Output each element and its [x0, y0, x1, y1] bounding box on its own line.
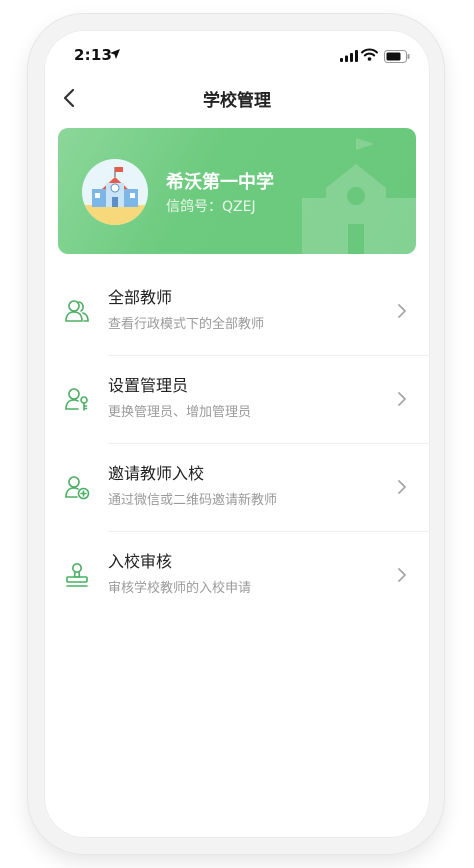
school-building-icon: [82, 167, 148, 225]
school-avatar: [82, 159, 148, 225]
school-code: 信鸽号：QZEJ: [166, 196, 256, 216]
menu-item-title: 全部教师: [108, 288, 173, 307]
stamp-icon: [66, 563, 88, 587]
menu-item-all-teachers[interactable]: 全部教师 查看行政模式下的全部教师: [44, 268, 430, 356]
menu-item-review[interactable]: 入校审核 审核学校教师的入校申请: [44, 532, 430, 620]
admin-key-icon: [65, 388, 88, 411]
management-menu: 全部教师 查看行政模式下的全部教师 设置管理员 更换管理员、增加管理员 邀请教师…: [44, 268, 430, 620]
status-time: 2:13: [74, 46, 113, 64]
school-code-value: QZEJ: [222, 199, 256, 215]
page-title: 学校管理: [203, 91, 271, 111]
invite-teacher-icon: [65, 476, 90, 500]
chevron-right-icon: [398, 304, 406, 318]
cellular-signal-icon: [340, 50, 358, 62]
menu-item-title: 设置管理员: [108, 376, 189, 395]
menu-item-desc: 通过微信或二维码邀请新教师: [108, 493, 278, 508]
menu-item-desc: 查看行政模式下的全部教师: [108, 317, 265, 332]
menu-item-title: 入校审核: [108, 552, 173, 571]
menu-item-desc: 更换管理员、增加管理员: [108, 405, 252, 420]
school-code-label: 信鸽号：: [166, 199, 222, 215]
status-bar: 2:13: [44, 44, 430, 68]
location-arrow-icon: [110, 49, 120, 59]
chevron-right-icon: [398, 392, 406, 406]
chevron-right-icon: [398, 568, 406, 582]
menu-item-set-admin[interactable]: 设置管理员 更换管理员、增加管理员: [44, 356, 430, 444]
school-building-watermark-icon: [302, 138, 416, 254]
chevron-right-icon: [398, 480, 406, 494]
teachers-icon: [65, 300, 89, 322]
menu-item-title: 邀请教师入校: [108, 464, 205, 483]
battery-icon: [384, 50, 410, 63]
nav-bar: 学校管理: [44, 80, 430, 118]
menu-item-invite-teacher[interactable]: 邀请教师入校 通过微信或二维码邀请新教师: [44, 444, 430, 532]
menu-item-desc: 审核学校教师的入校申请: [108, 581, 252, 596]
school-name: 希沃第一中学: [166, 172, 274, 193]
wifi-icon: [361, 48, 378, 61]
app-screen: 2:13 学校管理 希沃第一中学 信鸽号：QZEJ 全部教师 查看行政模式下的全…: [44, 30, 430, 838]
school-card: 希沃第一中学 信鸽号：QZEJ: [58, 128, 416, 254]
